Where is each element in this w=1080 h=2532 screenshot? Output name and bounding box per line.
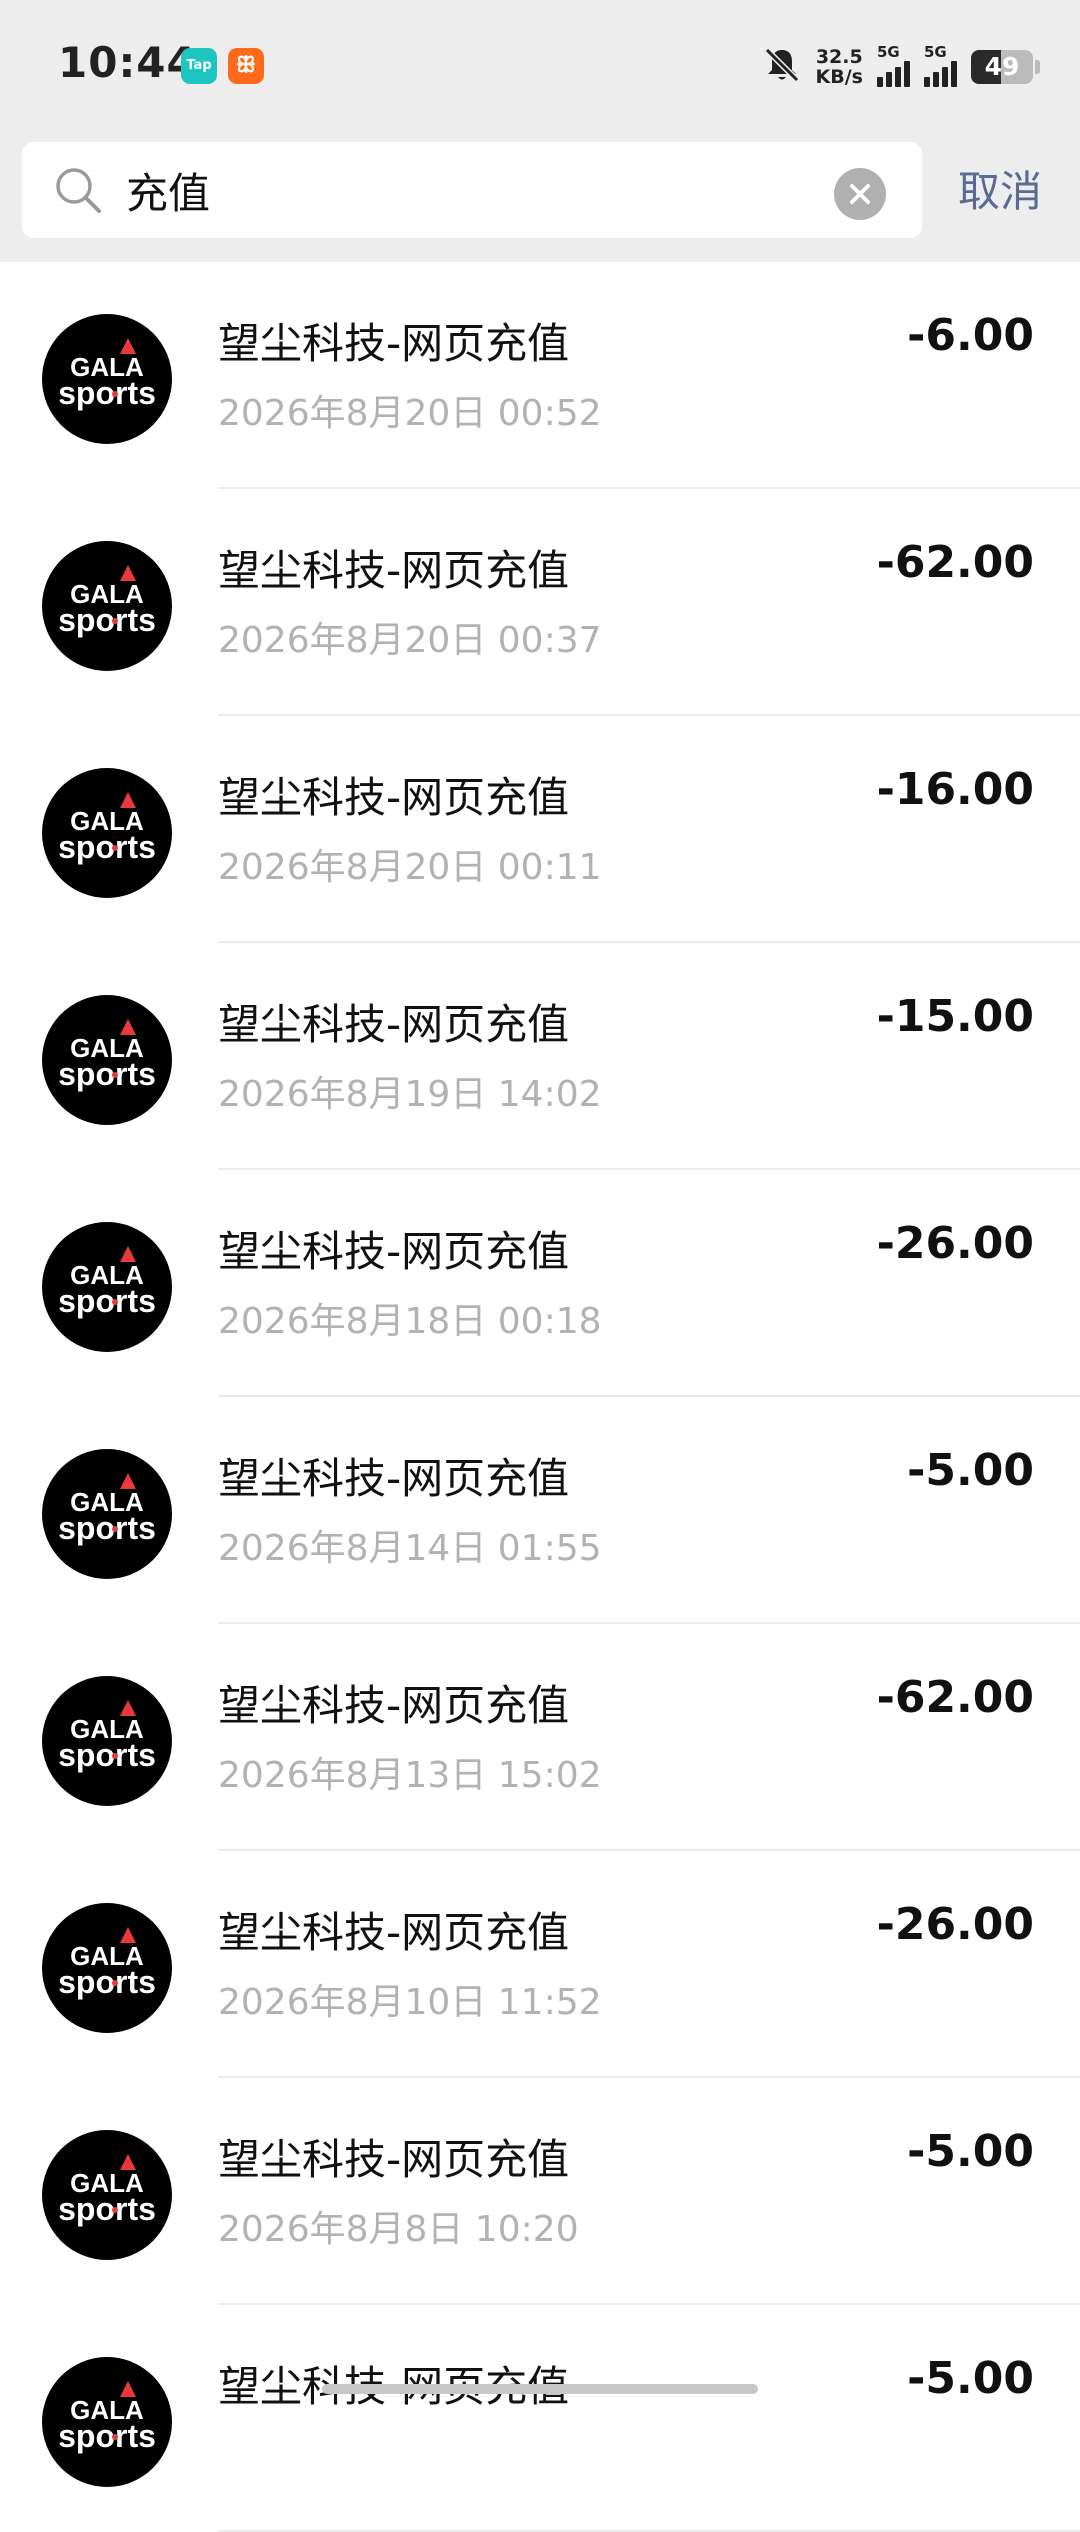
transaction-row[interactable]: GALA sports 望尘科技-网页充值 2026年8月20日 00:52 -… xyxy=(0,262,1080,489)
transaction-row[interactable]: GALA sports 望尘科技-网页充值 2026年8月13日 15:02 -… xyxy=(0,1624,1080,1851)
svg-text:sports: sports xyxy=(58,2191,156,2227)
signal-strength-icon: 5G xyxy=(924,43,957,87)
transaction-amount: -62.00 xyxy=(876,537,1034,588)
transaction-date: 2026年8月20日 00:37 xyxy=(218,620,602,661)
home-indicator[interactable] xyxy=(322,2384,758,2394)
transaction-amount: -5.00 xyxy=(907,2126,1034,2177)
network-speed-unit: KB/s xyxy=(815,66,863,88)
svg-text:sports: sports xyxy=(58,1283,156,1319)
transaction-amount: -5.00 xyxy=(907,2353,1034,2404)
transaction-date: 2026年8月13日 15:02 xyxy=(218,1755,602,1796)
gala-sports-logo-icon: GALA sports xyxy=(42,2130,172,2260)
gala-sports-logo-icon: GALA sports xyxy=(42,995,172,1125)
transaction-row[interactable]: GALA sports 望尘科技-网页充值 -5.00 xyxy=(0,2305,1080,2532)
clear-icon[interactable] xyxy=(834,168,886,220)
transaction-title: 望尘科技-网页充值 xyxy=(218,1227,570,1276)
transaction-amount: -26.00 xyxy=(876,1899,1034,1950)
transaction-row[interactable]: GALA sports 望尘科技-网页充值 2026年8月19日 14:02 -… xyxy=(0,943,1080,1170)
mute-bell-icon xyxy=(762,45,802,89)
transaction-date: 2026年8月18日 00:18 xyxy=(218,1301,602,1342)
svg-text:sports: sports xyxy=(58,1737,156,1773)
transaction-title: 望尘科技-网页充值 xyxy=(218,1681,570,1730)
status-time: 10:44 xyxy=(58,38,197,87)
transaction-amount: -15.00 xyxy=(876,991,1034,1042)
gala-sports-logo-icon: GALA sports xyxy=(42,2357,172,2487)
transaction-row[interactable]: GALA sports 望尘科技-网页充值 2026年8月20日 00:11 -… xyxy=(0,716,1080,943)
svg-text:sports: sports xyxy=(58,1510,156,1546)
network-speed-value: 32.5 xyxy=(815,46,863,68)
transaction-date: 2026年8月20日 00:52 xyxy=(218,393,602,434)
transaction-title: 望尘科技-网页充值 xyxy=(218,1908,570,1957)
taptap-icon: Tap xyxy=(181,48,217,84)
gala-sports-logo-icon: GALA sports xyxy=(42,768,172,898)
transaction-row[interactable]: GALA sports 望尘科技-网页充值 2026年8月8日 10:20 -5… xyxy=(0,2078,1080,2305)
transaction-row[interactable]: GALA sports 望尘科技-网页充值 2026年8月18日 00:18 -… xyxy=(0,1170,1080,1397)
transaction-title: 望尘科技-网页充值 xyxy=(218,1454,570,1503)
transaction-amount: -16.00 xyxy=(876,764,1034,815)
search-input[interactable] xyxy=(126,154,826,226)
network-speed: 32.5 KB/s xyxy=(816,47,863,87)
gala-sports-logo-icon: GALA sports xyxy=(42,1222,172,1352)
signal-1-label: 5G xyxy=(877,43,900,61)
transaction-title: 望尘科技-网页充值 xyxy=(218,773,570,822)
svg-text:sports: sports xyxy=(58,1056,156,1092)
transaction-date: 2026年8月8日 10:20 xyxy=(218,2209,579,2250)
search-box xyxy=(22,142,922,238)
cancel-button[interactable]: 取消 xyxy=(958,158,1042,219)
svg-text:sports: sports xyxy=(58,602,156,638)
gala-sports-logo-icon: GALA sports xyxy=(42,1449,172,1579)
status-bar: 10:44 Tap ꕥ 32.5 KB/s 5G 5G 49 xyxy=(0,0,1080,136)
battery-icon: 49 xyxy=(971,50,1033,84)
transaction-amount: -5.00 xyxy=(907,1445,1034,1496)
svg-text:sports: sports xyxy=(58,829,156,865)
search-icon xyxy=(54,166,102,214)
transaction-title: 望尘科技-网页充值 xyxy=(218,319,570,368)
svg-text:sports: sports xyxy=(58,1964,156,2000)
app-icon: ꕥ xyxy=(228,48,264,84)
gala-sports-logo-icon: GALA sports xyxy=(42,1903,172,2033)
status-indicators: 32.5 KB/s 5G 5G 49 xyxy=(762,43,1040,90)
transaction-amount: -6.00 xyxy=(907,310,1034,361)
transaction-title: 望尘科技-网页充值 xyxy=(218,1000,570,1049)
gala-sports-logo-icon: GALA sports xyxy=(42,541,172,671)
transaction-row[interactable]: GALA sports 望尘科技-网页充值 2026年8月14日 01:55 -… xyxy=(0,1397,1080,1624)
transaction-date: 2026年8月10日 11:52 xyxy=(218,1982,602,2023)
transaction-date: 2026年8月14日 01:55 xyxy=(218,1528,602,1569)
transaction-date: 2026年8月20日 00:11 xyxy=(218,847,602,888)
svg-text:sports: sports xyxy=(58,2418,156,2454)
transaction-date: 2026年8月19日 14:02 xyxy=(218,1074,602,1115)
signal-2-label: 5G xyxy=(924,43,947,61)
gala-sports-logo-icon: GALA sports xyxy=(42,1676,172,1806)
transaction-amount: -62.00 xyxy=(876,1672,1034,1723)
battery-level: 49 xyxy=(984,52,1020,81)
svg-text:sports: sports xyxy=(58,375,156,411)
transaction-row[interactable]: GALA sports 望尘科技-网页充值 2026年8月10日 11:52 -… xyxy=(0,1851,1080,2078)
gala-sports-logo-icon: GALA sports xyxy=(42,314,172,444)
transaction-row[interactable]: GALA sports 望尘科技-网页充值 2026年8月20日 00:37 -… xyxy=(0,489,1080,716)
transaction-title: 望尘科技-网页充值 xyxy=(218,546,570,595)
transaction-list: GALA sports 望尘科技-网页充值 2026年8月20日 00:52 -… xyxy=(0,262,1080,2532)
transaction-title: 望尘科技-网页充值 xyxy=(218,2135,570,2184)
search-bar: 取消 xyxy=(0,136,1080,262)
transaction-amount: -26.00 xyxy=(876,1218,1034,1269)
signal-strength-icon: 5G xyxy=(877,43,910,87)
